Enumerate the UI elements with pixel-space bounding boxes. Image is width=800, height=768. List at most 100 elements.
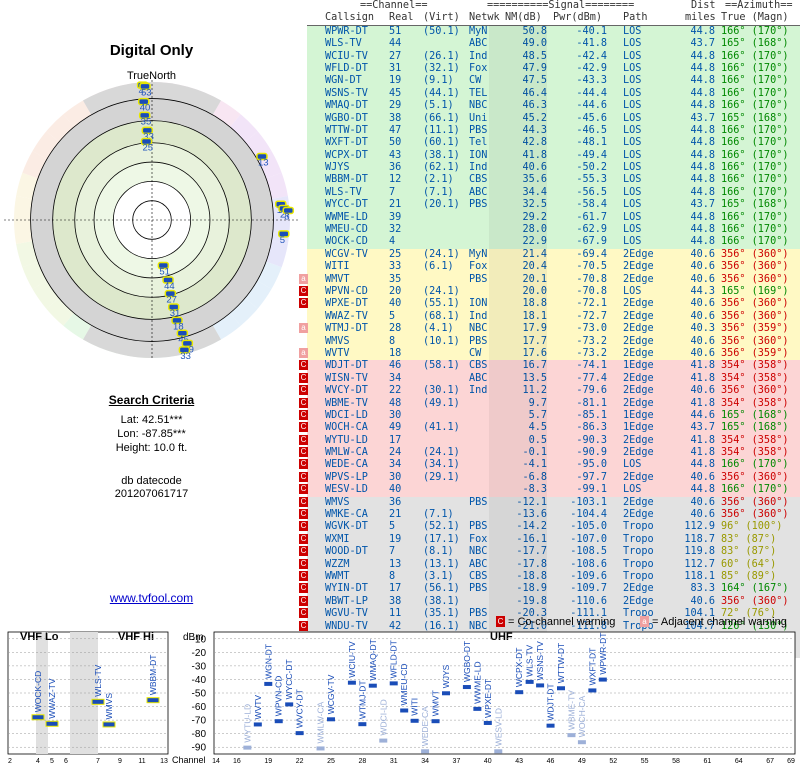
channel-bar-label: WOCH-CA xyxy=(577,695,587,737)
table-row[interactable]: WBWT-LP 38 (38.1) -19.8 -110.6 2Edge 40.6 356° … xyxy=(299,595,800,609)
table-row[interactable]: WTTW-DT 47 (11.1) PBS 44.3 -46.5 LOS 44.8 166° (… xyxy=(307,124,800,138)
cell-dist: 43.7 xyxy=(690,199,715,211)
table-row[interactable]: WGBO-DT 38 (66.1) Uni 45.2 -45.6 LOS 43.7 165° (… xyxy=(307,112,800,125)
channel-bar xyxy=(46,721,58,726)
cell-callsign: WYTU-LD xyxy=(325,434,368,446)
x-tick-label: 52 xyxy=(609,758,617,765)
cell-net: PBS xyxy=(469,273,488,285)
table-row[interactable]: WXFT-DT 50 (60.1) Tel 42.8 -48.1 LOS 44.8 166° (… xyxy=(307,137,800,150)
channel-bar xyxy=(431,719,440,724)
table-row[interactable]: WBME-TV 48 (49.1) 9.7 -81.1 2Edge 41.8 354° (35… xyxy=(299,397,800,410)
table-row[interactable]: WPWR-DT 51 (50.1) MyN 50.8 -40.1 LOS 44.8 166° (… xyxy=(307,25,800,39)
table-row[interactable]: WMVT 35 PBS 20.1 -70.8 2Edge 40.6 356° (360°) a xyxy=(299,273,800,286)
cell-dist: 44.8 xyxy=(690,236,715,248)
table-row[interactable]: WDCI-LD 30 5.7 -85.1 1Edge 44.6 165° (168°) C xyxy=(299,409,800,423)
channel-bar-label: WGN-DT xyxy=(263,644,273,679)
channel-bar xyxy=(368,683,377,688)
table-row[interactable]: WZZM 13 (13.1) ABC -17.8 -108.6 Tropo 112.7 60° … xyxy=(299,558,800,571)
table-row[interactable]: WSNS-TV 45 (44.1) TEL 46.4 -44.4 LOS 44.8 166° (… xyxy=(307,87,800,101)
azimuth-group-label: ==Azimuth== xyxy=(725,0,793,11)
cell-path: LOS xyxy=(623,224,642,236)
cell-az: 356° (360°) xyxy=(721,509,789,521)
table-row[interactable]: WPVS-LP 30 (29.1) -6.8 -97.7 2Edge 40.6 356° (3… xyxy=(299,471,800,485)
table-group-header: ==Channel== ==========Signal======== Dis… xyxy=(307,0,800,12)
table-row[interactable]: WESV-LD 40 -8.3 -99.1 LOS 44.8 166° (170°) C xyxy=(299,484,800,497)
table-row[interactable]: WMEU-CD 32 28.0 -62.9 LOS 44.8 166° (170°) xyxy=(307,224,800,237)
table-row[interactable]: WMVS 8 (10.1) PBS 17.7 -73.2 2Edge 40.6 356° (36… xyxy=(307,335,800,348)
table-row[interactable]: WMAQ-DT 29 (5.1) NBC 46.3 -44.6 LOS 44.8 166° (1… xyxy=(307,100,800,113)
table-row[interactable]: WCGV-TV 25 (24.1) MyN 21.4 -69.4 2Edge 40.6 356°… xyxy=(307,248,800,262)
table-row[interactable]: WCIU-TV 27 (26.1) Ind 48.5 -42.4 LOS 44.8 166° (… xyxy=(307,50,800,63)
table-row[interactable]: WCPX-DT 43 (38.1) ION 41.8 -49.4 LOS 44.8 166° (… xyxy=(307,149,800,163)
table-row[interactable]: WISN-TV 34 ABC 13.5 -77.4 2Edge 41.8 354° (358°… xyxy=(299,372,800,386)
dist-group-label: Dist xyxy=(691,0,716,11)
cell-path: 1Edge xyxy=(623,360,654,372)
table-row[interactable]: WMVS 36 PBS -12.1 -103.1 2Edge 40.6 356° (360°)… xyxy=(299,496,800,510)
cell-net: PBS xyxy=(469,521,488,533)
cell-real: 11 xyxy=(389,608,402,620)
cell-dist: 44.8 xyxy=(690,137,715,149)
table-row[interactable]: WTMJ-DT 28 (4.1) NBC 17.9 -73.0 2Edge 40.3 356° … xyxy=(299,323,800,336)
table-row[interactable]: WGVK-DT 5 (52.1) PBS -14.2 -105.0 Tropo 112.9 96… xyxy=(299,521,800,534)
cell-real: 28 xyxy=(389,323,402,335)
cell-dist: 44.8 xyxy=(690,484,715,496)
table-row[interactable]: WDJT-DT 46 (58.1) CBS 16.7 -74.1 1Edge 41.8 354°… xyxy=(299,360,800,373)
channel-bar xyxy=(347,680,356,685)
table-row[interactable]: WYIN-DT 17 (56.1) PBS -18.9 -109.7 2Edge 83.3 16… xyxy=(299,583,800,596)
table-row[interactable]: WITI 33 (6.1) Fox 20.4 -70.5 2Edge 40.6 356° (36… xyxy=(307,261,800,274)
table-row[interactable]: WLS-TV 7 (7.1) ABC 34.4 -56.5 LOS 44.8 166° (170… xyxy=(307,186,800,200)
table-row[interactable]: WWMT 8 (3.1) CBS -18.8 -109.6 Tropo 118.1 85° (8… xyxy=(299,570,800,584)
cell-virt: (30.1) xyxy=(423,385,460,397)
cell-net: PBS xyxy=(469,335,488,347)
cell-az: 166° (170°) xyxy=(721,224,789,236)
cell-path: LOS xyxy=(623,75,642,87)
co-channel-warning-icon: C xyxy=(299,447,308,458)
channel-bar xyxy=(525,679,534,684)
table-row[interactable]: WFLD-DT 31 (32.1) Fox 47.9 -42.9 LOS 44.8 166° (… xyxy=(307,62,800,76)
website-link[interactable]: www.tvfool.com xyxy=(0,591,303,605)
channel-bar-label: WEDE-CA xyxy=(420,706,430,746)
co-channel-warning-icon: C xyxy=(299,422,308,433)
cell-virt: (24.1) xyxy=(423,285,460,297)
channel-bar xyxy=(536,683,545,688)
cell-callsign: WCGV-TV xyxy=(325,248,368,260)
cell-callsign: WCPX-DT xyxy=(325,149,368,161)
col-path: Path xyxy=(623,12,648,24)
table-row[interactable]: WYTU-LD 17 0.5 -90.3 2Edge 41.8 354° (358°) C xyxy=(299,434,800,448)
table-row[interactable]: WOOD-DT 7 (8.1) NBC -17.7 -108.5 Tropo 119.8 83°… xyxy=(299,546,800,559)
x-tick-label: 2 xyxy=(8,758,12,765)
table-row[interactable]: WVTV 18 CW 17.6 -73.2 2Edge 40.6 356° (359°) a xyxy=(299,347,800,361)
table-row[interactable]: WMKE-CA 21 (7.1) -13.6 -104.4 2Edge 40.6 356° (… xyxy=(299,509,800,522)
cell-path: 2Edge xyxy=(623,496,654,508)
cell-real: 31 xyxy=(389,62,402,74)
x-tick-label: 49 xyxy=(578,758,586,765)
table-row[interactable]: WMLW-CA 24 (24.1) -0.1 -90.9 2Edge 41.8 354° (3… xyxy=(299,447,800,460)
cell-net: PBS xyxy=(469,124,488,136)
co-channel-warning-icon: C xyxy=(299,558,308,569)
cell-callsign: WZZM xyxy=(325,558,350,570)
table-row[interactable]: WPXE-DT 40 (55.1) ION 18.8 -72.1 2Edge 40.6 356°… xyxy=(299,298,800,311)
cell-dist: 40.6 xyxy=(690,347,715,359)
cell-net: NBC xyxy=(469,323,488,335)
table-row[interactable]: WLS-TV 44 ABC 49.0 -41.8 LOS 43.7 165° (168°) xyxy=(307,38,800,51)
table-row[interactable]: WWAZ-TV 5 (68.1) Ind 18.1 -72.7 2Edge 40.6 356° … xyxy=(307,310,800,324)
table-row[interactable]: WOCH-CA 49 (41.1) 4.5 -86.3 1Edge 43.7 165° (16… xyxy=(299,422,800,435)
table-row[interactable]: WPVN-CD 20 (24.1) 20.0 -70.8 LOS 44.3 165° (169… xyxy=(299,285,800,299)
cell-dist: 44.8 xyxy=(690,62,715,74)
table-row[interactable]: WGN-DT 19 (9.1) CW 47.5 -43.3 LOS 44.8 166° (170… xyxy=(307,75,800,88)
table-row[interactable]: WVCY-DT 22 (30.1) Ind 11.2 -79.6 2Edge 40.6 356°… xyxy=(299,385,800,398)
table-row[interactable]: WJYS 36 (62.1) Ind 40.6 -50.2 LOS 44.8 166° (170… xyxy=(307,162,800,175)
table-row[interactable]: WWME-LD 39 29.2 -61.7 LOS 44.8 166° (170°) xyxy=(307,211,800,225)
table-row[interactable]: WOCK-CD 4 22.9 -67.9 LOS 44.8 166° (170°) xyxy=(307,236,800,249)
cell-net: Fox xyxy=(469,62,488,74)
cell-dist: 43.7 xyxy=(690,422,715,434)
cell-callsign: WVCY-DT xyxy=(325,385,368,397)
co-channel-warning-icon: C xyxy=(299,285,308,296)
co-channel-warning-icon: C xyxy=(299,509,308,520)
table-row[interactable]: WXMI 19 (17.1) Fox -16.1 -107.0 Tropo 118.7 83° … xyxy=(299,533,800,547)
table-row[interactable]: WYCC-DT 21 (20.1) PBS 32.5 -58.4 LOS 43.7 165° (… xyxy=(307,199,800,212)
table-row[interactable]: WBBM-DT 12 (2.1) CBS 35.6 -55.3 LOS 44.8 166° (1… xyxy=(307,174,800,187)
channel-bar-label: WVTV xyxy=(253,695,263,720)
table-row[interactable]: WEDE-CA 34 (34.1) -4.1 -95.0 LOS 44.8 166° (170… xyxy=(299,459,800,472)
channel-bar-label: WSNS-TV xyxy=(535,641,545,681)
